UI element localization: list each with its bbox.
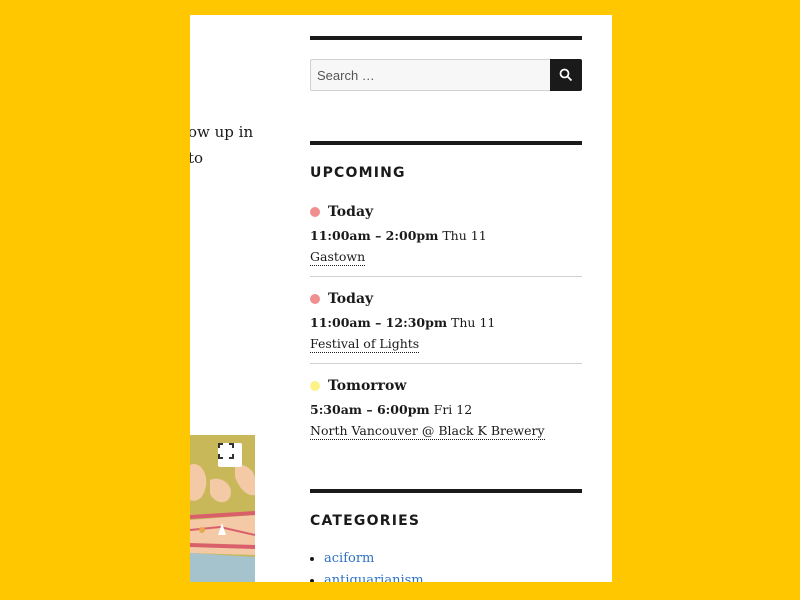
event-item: Tomorrow 5:30am – 6:00pm Fri 12 North Va… bbox=[310, 376, 582, 440]
widget-divider bbox=[310, 141, 582, 145]
event-day-label: Today bbox=[328, 204, 374, 220]
event-date: Thu 11 bbox=[442, 228, 487, 243]
event-location-link[interactable]: North Vancouver @ Black K Brewery bbox=[310, 423, 545, 440]
category-link[interactable]: antiquarianism bbox=[324, 573, 424, 582]
event-time: 5:30am – 6:00pm Fri 12 bbox=[310, 402, 582, 420]
event-separator bbox=[310, 363, 582, 364]
search-icon bbox=[559, 68, 573, 82]
text-line: ow up in bbox=[190, 123, 254, 141]
category-list: aciform antiquarianism bbox=[310, 548, 424, 582]
event-time: 11:00am – 12:30pm Thu 11 bbox=[310, 315, 582, 333]
page-content: ow up in to Search … UPCOMING Today 11:0… bbox=[190, 15, 612, 582]
event-date: Thu 11 bbox=[451, 315, 496, 330]
event-dot bbox=[310, 294, 320, 304]
fullscreen-icon bbox=[218, 443, 234, 459]
event-dot bbox=[310, 381, 320, 391]
event-time: 11:00am – 2:00pm Thu 11 bbox=[310, 228, 582, 246]
list-item: antiquarianism bbox=[324, 570, 424, 582]
event-item: Today 11:00am – 12:30pm Thu 11 Festival … bbox=[310, 289, 582, 353]
event-time-range: 5:30am – 6:00pm bbox=[310, 402, 430, 417]
categories-title: CATEGORIES bbox=[310, 513, 421, 529]
text-line: to bbox=[190, 149, 204, 167]
event-time-range: 11:00am – 2:00pm bbox=[310, 228, 439, 243]
event-day-label: Today bbox=[328, 291, 374, 307]
event-location-link[interactable]: Festival of Lights bbox=[310, 336, 420, 353]
event-time-range: 11:00am – 12:30pm bbox=[310, 315, 448, 330]
event-separator bbox=[310, 276, 582, 277]
widget-divider bbox=[310, 489, 582, 493]
list-item: aciform bbox=[324, 548, 424, 570]
upcoming-title: UPCOMING bbox=[310, 165, 406, 181]
event-day: Today bbox=[310, 289, 582, 309]
event-day-label: Tomorrow bbox=[328, 378, 407, 394]
search-button[interactable] bbox=[550, 59, 582, 91]
search-input[interactable] bbox=[310, 59, 550, 91]
event-dot bbox=[310, 207, 320, 217]
fullscreen-button[interactable] bbox=[218, 443, 242, 467]
event-location-link[interactable]: Gastown bbox=[310, 249, 366, 266]
search-form bbox=[310, 59, 582, 91]
widget-divider bbox=[310, 36, 582, 40]
event-day: Tomorrow bbox=[310, 376, 582, 396]
main-text-fragment: ow up in to bbox=[190, 119, 253, 171]
category-link[interactable]: aciform bbox=[324, 551, 374, 566]
map-embed[interactable] bbox=[190, 435, 255, 582]
event-day: Today bbox=[310, 202, 582, 222]
event-item: Today 11:00am – 2:00pm Thu 11 Gastown bbox=[310, 202, 582, 266]
event-date: Fri 12 bbox=[433, 402, 473, 417]
